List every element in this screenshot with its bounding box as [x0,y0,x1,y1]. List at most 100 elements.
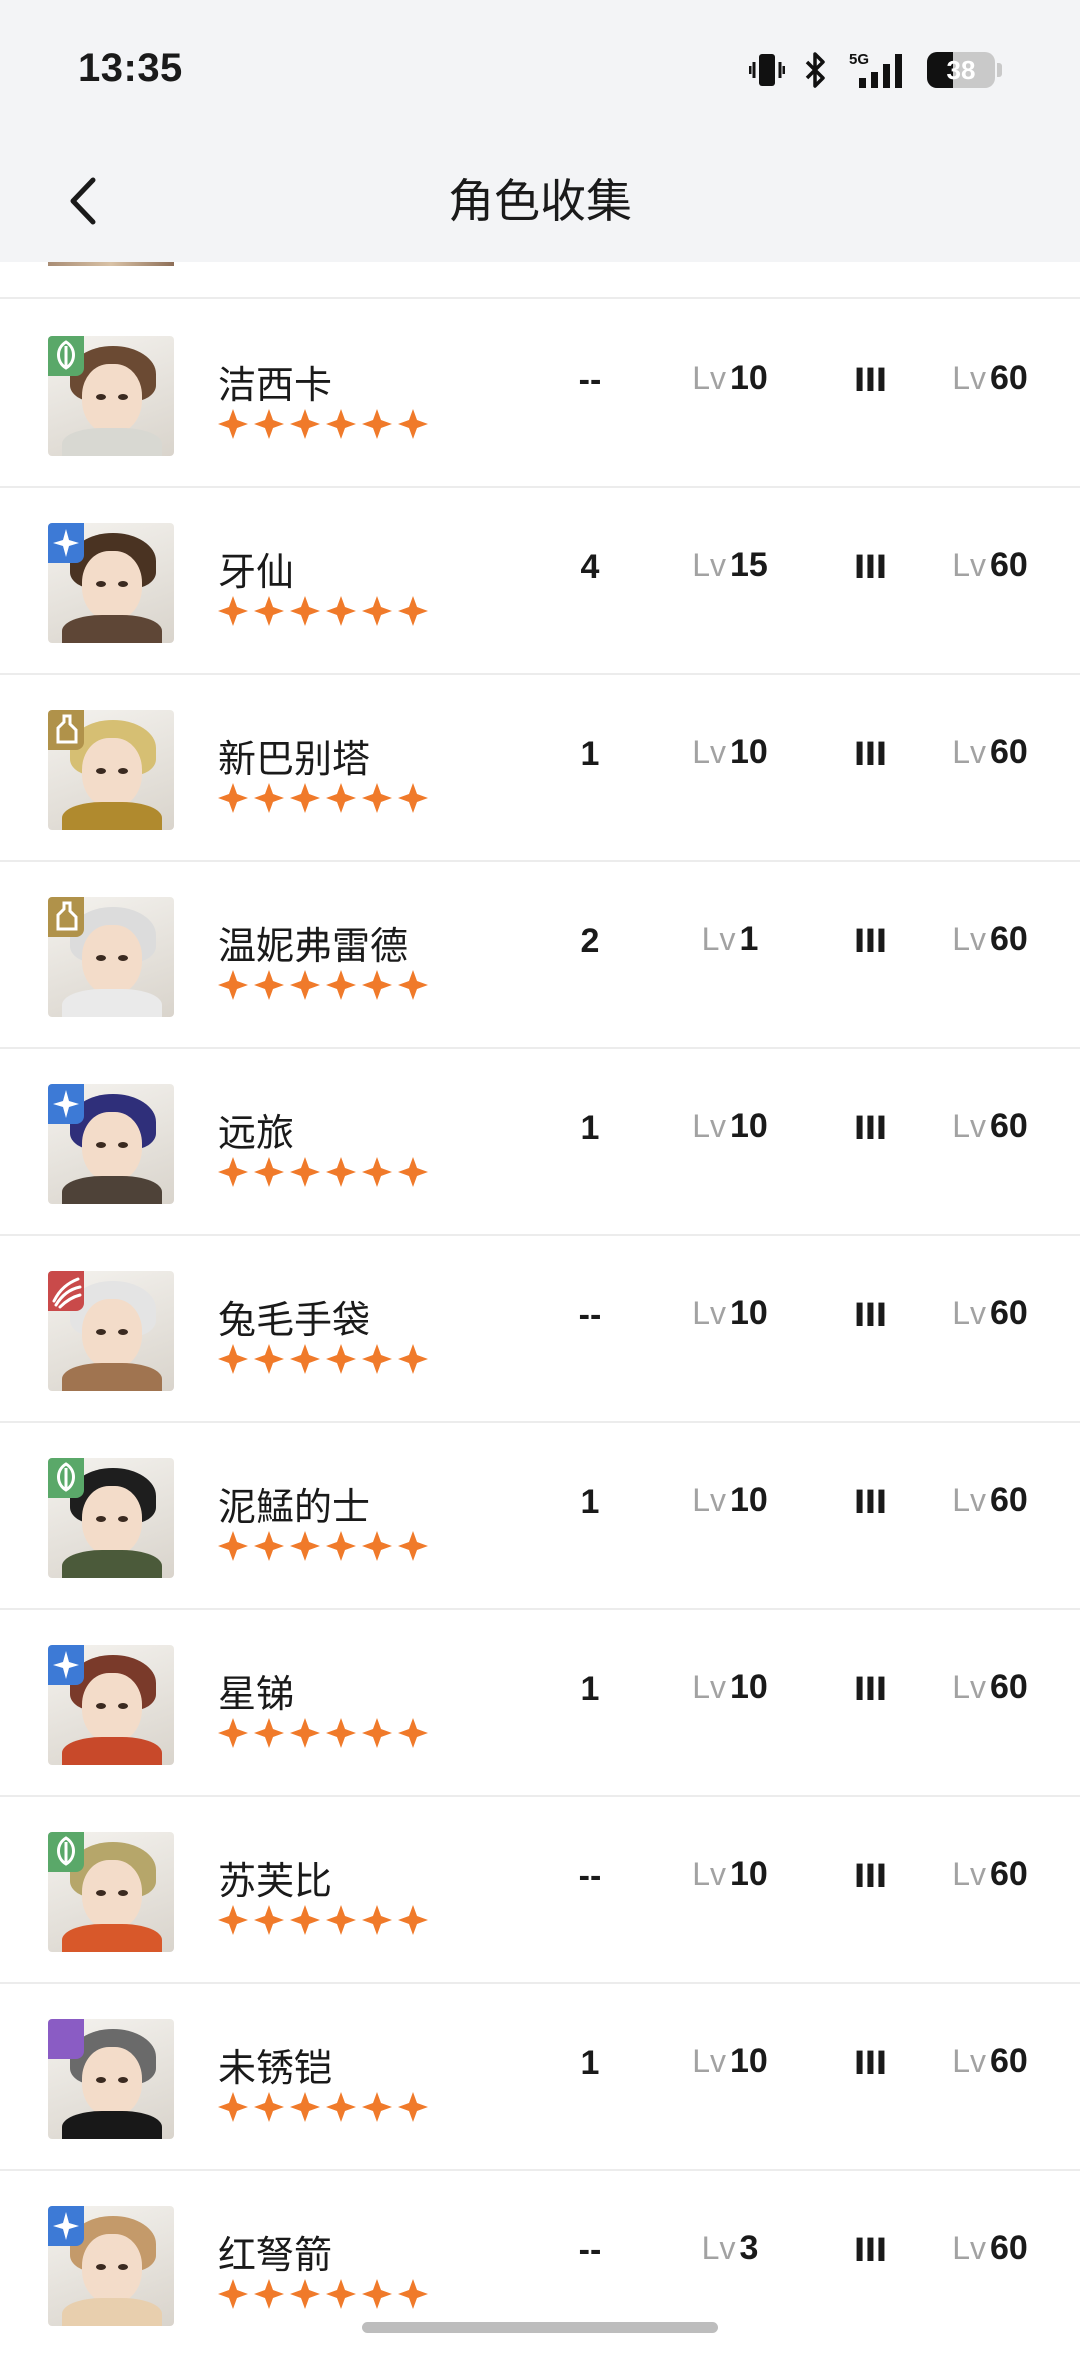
character-avatar [48,1271,174,1391]
rank-numeral: III [853,1109,888,1147]
lv-prefix: Lv [952,1108,986,1144]
lv-prefix: Lv [692,1669,726,1705]
list-item-partial[interactable] [0,262,1080,299]
star-icon [360,2277,394,2316]
star-icon [288,968,322,1007]
star-rating [216,781,430,820]
star-rating [216,407,430,446]
character-row[interactable]: 未锈铠 1 Lv 10 III Lv 60 [0,1984,1080,2171]
rank-numeral: III [853,1296,888,1334]
lv-prefix: Lv [952,547,986,583]
bluetooth-icon [803,50,827,90]
character-row[interactable]: 远旅 1 Lv 10 III Lv 60 [0,1049,1080,1236]
star-icon [216,1716,250,1755]
character-level: Lv 60 [920,1855,1060,1894]
star-rating [216,1903,430,1942]
skill-level: Lv 15 [660,546,800,585]
character-row[interactable]: 苏芙比 -- Lv 10 III Lv 60 [0,1797,1080,1984]
lv-prefix: Lv [952,360,986,396]
chevron-left-icon [70,177,96,225]
character-row[interactable]: 兔毛手袋 -- Lv 10 III Lv 60 [0,1236,1080,1423]
rank-numeral: III [853,922,888,960]
star-rating [216,968,430,1007]
star-icon [324,968,358,1007]
lv-prefix: Lv [692,1108,726,1144]
home-indicator[interactable] [362,2322,718,2333]
star-icon [360,594,394,633]
star-icon [360,781,394,820]
lv-prefix: Lv [692,547,726,583]
lv-prefix: Lv [692,1856,726,1892]
character-count: 1 [580,2044,600,2082]
skill-level-value: 10 [729,1855,768,1893]
star-icon [216,1529,250,1568]
star-icon [396,1529,430,1568]
star-icon [360,2090,394,2129]
character-level-value: 60 [989,1294,1028,1332]
character-avatar [48,1084,174,1204]
star-icon [360,968,394,1007]
character-row[interactable]: 泥鯭的士 1 Lv 10 III Lv 60 [0,1423,1080,1610]
character-count: 1 [580,1670,600,1708]
back-button[interactable] [48,166,118,236]
star-icon [288,1529,322,1568]
star-rating [216,1716,430,1755]
star-icon [360,1529,394,1568]
character-name: 泥鯭的士 [218,1487,371,1529]
character-row[interactable]: 牙仙 4 Lv 15 III Lv 60 [0,488,1080,675]
star-icon [396,1342,430,1381]
star-icon [396,407,430,446]
star-icon [216,1155,250,1194]
lv-prefix: Lv [952,1482,986,1518]
star-icon [216,407,250,446]
character-row[interactable]: 星锑 1 Lv 10 III Lv 60 [0,1610,1080,1797]
star-icon [216,781,250,820]
character-avatar [48,897,174,1017]
skill-level-value: 1 [739,920,759,958]
network-label: 5G [849,51,869,68]
character-name: 牙仙 [218,552,295,594]
character-avatar [48,523,174,643]
character-count: 1 [580,735,600,773]
character-count: -- [578,1296,602,1334]
rank-numeral: III [853,361,888,399]
character-name: 兔毛手袋 [218,1300,371,1342]
character-level: Lv 60 [920,1481,1060,1520]
character-count: 1 [580,1483,600,1521]
battery-body: 38 [927,52,995,88]
star-icon [396,2277,430,2316]
star-icon [216,594,250,633]
character-row[interactable]: 洁西卡 -- Lv 10 III Lv 60 [0,301,1080,488]
character-count: 4 [580,548,600,586]
skill-level-value: 10 [729,1107,768,1145]
claw-icon [48,1271,84,1311]
skill-level-value: 15 [729,546,768,584]
character-row[interactable]: 新巴别塔 1 Lv 10 III Lv 60 [0,675,1080,862]
star-icon [288,407,322,446]
star-icon [216,1342,250,1381]
star-icon [360,407,394,446]
character-level-value: 60 [989,2229,1028,2267]
star-icon [252,1716,286,1755]
skill-level: Lv 3 [660,2229,800,2268]
star-icon [396,1155,430,1194]
star-icon [324,2277,358,2316]
character-name: 洁西卡 [218,365,333,407]
star-icon [252,1903,286,1942]
star-icon [216,2090,250,2129]
character-row[interactable]: 温妮弗雷德 2 Lv 1 III Lv 60 [0,862,1080,1049]
character-level-value: 60 [989,2042,1028,2080]
star-icon [288,781,322,820]
star-icon [288,1342,322,1381]
character-level-value: 60 [989,1855,1028,1893]
character-list[interactable]: 洁西卡 -- Lv 10 III Lv 60 牙仙 4 Lv 15 III Lv 60 新巴别塔 1 Lv 10 I… [0,262,1080,2354]
skill-level-value: 10 [729,733,768,771]
lv-prefix: Lv [692,360,726,396]
character-avatar [48,1458,174,1578]
star-icon [396,781,430,820]
skill-level: Lv 10 [660,1481,800,1520]
skill-level-value: 10 [729,359,768,397]
rank-numeral: III [853,1670,888,1708]
lv-prefix: Lv [952,2043,986,2079]
star-icon [288,1155,322,1194]
